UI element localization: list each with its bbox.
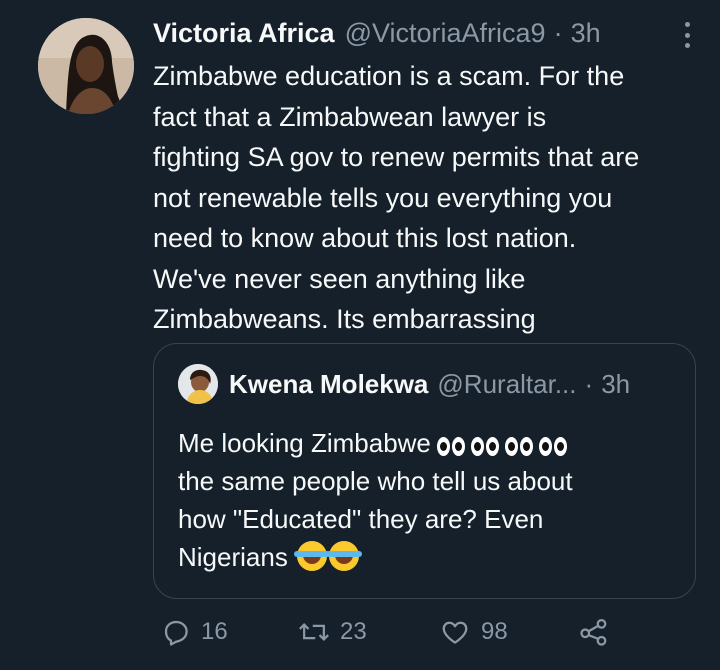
tweet-text-line: fact that a Zimbabwean lawyer is [153,101,547,132]
eyes-emoji [504,437,533,456]
quoted-text-line: the same people who tell us about [178,466,573,496]
retweet-button[interactable]: 23 [298,612,367,652]
tears-of-joy-emoji [294,541,331,571]
quoted-tweet-header: Kwena Molekwa @Ruraltar... · 3h [229,366,681,402]
tears-of-joy-emoji [326,541,363,571]
reply-count: 16 [201,618,228,645]
quoted-text-line: how "Educated" they are? Even [178,504,544,534]
quoted-text-segment: Me looking Zimbabwe [178,428,431,458]
eyes-emoji [538,437,567,456]
tweet-text-line: fighting SA gov to renew permits that ar… [153,142,640,172]
quoted-author-avatar[interactable] [178,364,218,404]
quoted-author-name[interactable]: Kwena Molekwa [229,369,428,400]
tweet[interactable]: Victoria Africa @VictoriaAfrica9 · 3h Zi… [0,0,720,670]
reply-button[interactable]: 16 [161,612,228,652]
quoted-tweet-text: Me looking Zimbabwe the same people who … [178,424,678,576]
quoted-text-line: Nigerians [178,538,678,576]
eyes-emoji-group [436,437,567,456]
retweet-icon [298,617,330,647]
quoted-tweet[interactable]: Kwena Molekwa @Ruraltar... · 3h Me looki… [153,343,696,599]
eyes-emoji [436,437,465,456]
tweet-text: Zimbabwe education is a scam. For the fa… [153,56,701,340]
tweet-text-line: Zimbabwe education is a scam. For the [153,61,625,91]
author-handle[interactable]: @VictoriaAfrica9 [345,18,546,49]
like-button[interactable]: 98 [439,612,508,652]
author-name[interactable]: Victoria Africa [153,18,335,49]
quoted-author-handle[interactable]: @Ruraltar... [437,369,576,400]
tweet-time[interactable]: 3h [571,18,601,49]
tweet-text-line: Zimbabweans. Its embarrassing [153,304,536,334]
more-icon[interactable] [682,22,692,48]
share-icon [578,617,610,647]
separator-dot: · [584,368,594,399]
retweet-count: 23 [340,618,367,645]
eyes-emoji [470,437,499,456]
like-count: 98 [481,618,508,645]
quoted-text-line: Me looking Zimbabwe [178,424,678,462]
reply-icon [161,617,191,647]
tweet-text-line: We've never seen anything like [153,263,526,294]
author-avatar[interactable] [38,18,134,114]
quoted-tweet-time[interactable]: 3h [601,369,630,400]
tweet-text-line: need to know about this lost nation. [153,223,577,253]
tweet-header: Victoria Africa @VictoriaAfrica9 · 3h [153,14,706,52]
separator-dot: · [553,17,563,48]
tweet-actions: 16 23 98 [153,612,673,652]
quoted-text-segment: Nigerians [178,542,288,572]
like-icon [439,617,471,647]
tweet-text-line: not renewable tells you everything you [153,182,613,213]
share-button[interactable] [578,612,610,652]
